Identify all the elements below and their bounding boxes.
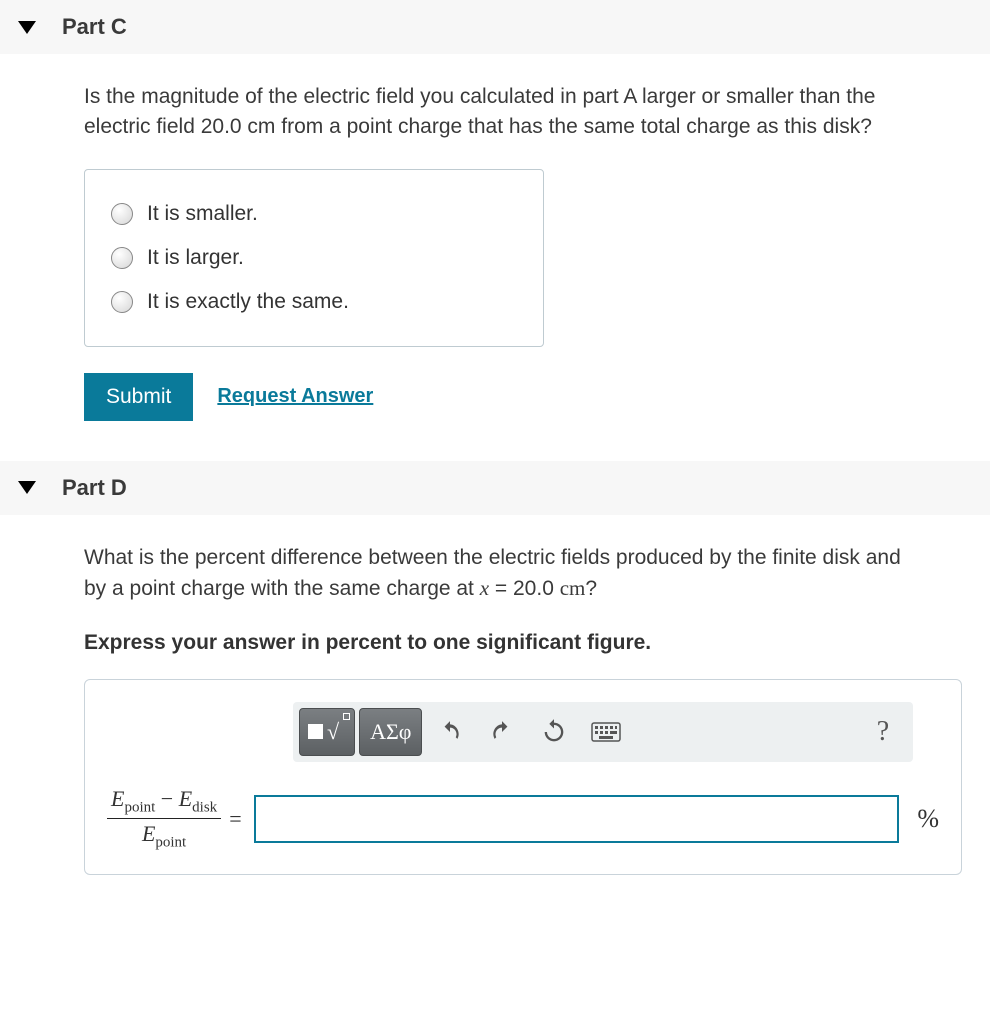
- rect-icon: [308, 724, 323, 739]
- part-d-body: What is the percent difference between t…: [0, 515, 990, 915]
- part-c-header[interactable]: Part C: [0, 0, 990, 54]
- question-post: ?: [585, 577, 597, 600]
- undo-icon: [437, 719, 463, 745]
- templates-button[interactable]: √: [299, 708, 355, 756]
- undo-button[interactable]: [426, 708, 474, 756]
- part-c-question: Is the magnitude of the electric field y…: [84, 82, 914, 143]
- sym-e: E: [111, 786, 124, 811]
- reset-button[interactable]: [530, 708, 578, 756]
- expression-fraction: Epoint − Edisk Epoint: [107, 786, 221, 852]
- part-c-body: Is the magnitude of the electric field y…: [0, 54, 990, 461]
- greek-label: ΑΣφ: [370, 719, 411, 745]
- fraction-numerator: Epoint − Edisk: [107, 786, 221, 816]
- question-variable: x: [480, 576, 489, 600]
- answer-input[interactable]: [254, 795, 900, 843]
- part-c-title: Part C: [62, 14, 127, 40]
- radio-option-smaller[interactable]: It is smaller.: [111, 192, 517, 236]
- keyboard-icon: [591, 722, 621, 742]
- redo-button[interactable]: [478, 708, 526, 756]
- unit-label: %: [917, 804, 939, 834]
- redo-icon: [489, 719, 515, 745]
- equation-toolbar: √ ΑΣφ: [293, 702, 913, 762]
- request-answer-link[interactable]: Request Answer: [217, 385, 373, 408]
- radio-icon[interactable]: [111, 247, 133, 269]
- equals-sign: =: [229, 806, 241, 832]
- sqrt-icon: √: [327, 719, 346, 745]
- answer-input-row: Epoint − Edisk Epoint = %: [107, 786, 939, 852]
- sym-e: E: [142, 821, 155, 846]
- radio-option-larger[interactable]: It is larger.: [111, 236, 517, 280]
- part-d-question: What is the percent difference between t…: [84, 543, 914, 605]
- fraction-denominator: Epoint: [138, 821, 190, 851]
- radio-label: It is larger.: [147, 246, 244, 270]
- radio-group: It is smaller. It is larger. It is exact…: [84, 169, 544, 347]
- part-d-header[interactable]: Part D: [0, 461, 990, 515]
- radio-option-same[interactable]: It is exactly the same.: [111, 280, 517, 324]
- question-unit: cm: [560, 576, 586, 600]
- part-d-title: Part D: [62, 475, 127, 501]
- submit-row: Submit Request Answer: [84, 373, 990, 421]
- collapse-icon[interactable]: [18, 21, 36, 34]
- sub-point: point: [155, 835, 186, 851]
- part-d-instruction: Express your answer in percent to one si…: [84, 631, 990, 655]
- question-eq: = 20.0: [489, 577, 560, 600]
- sym-minus: −: [155, 786, 178, 811]
- submit-button[interactable]: Submit: [84, 373, 193, 421]
- sub-point: point: [124, 799, 155, 815]
- collapse-icon[interactable]: [18, 481, 36, 494]
- sym-e: E: [179, 786, 192, 811]
- answer-box: √ ΑΣφ: [84, 679, 962, 875]
- reset-icon: [540, 718, 568, 746]
- radio-label: It is smaller.: [147, 202, 258, 226]
- sub-disk: disk: [192, 799, 217, 815]
- radio-icon[interactable]: [111, 291, 133, 313]
- keyboard-button[interactable]: [582, 708, 630, 756]
- radio-icon[interactable]: [111, 203, 133, 225]
- radio-label: It is exactly the same.: [147, 290, 349, 314]
- help-icon: ?: [877, 716, 889, 748]
- greek-button[interactable]: ΑΣφ: [359, 708, 422, 756]
- help-button[interactable]: ?: [859, 708, 907, 756]
- fraction-bar: [107, 818, 221, 819]
